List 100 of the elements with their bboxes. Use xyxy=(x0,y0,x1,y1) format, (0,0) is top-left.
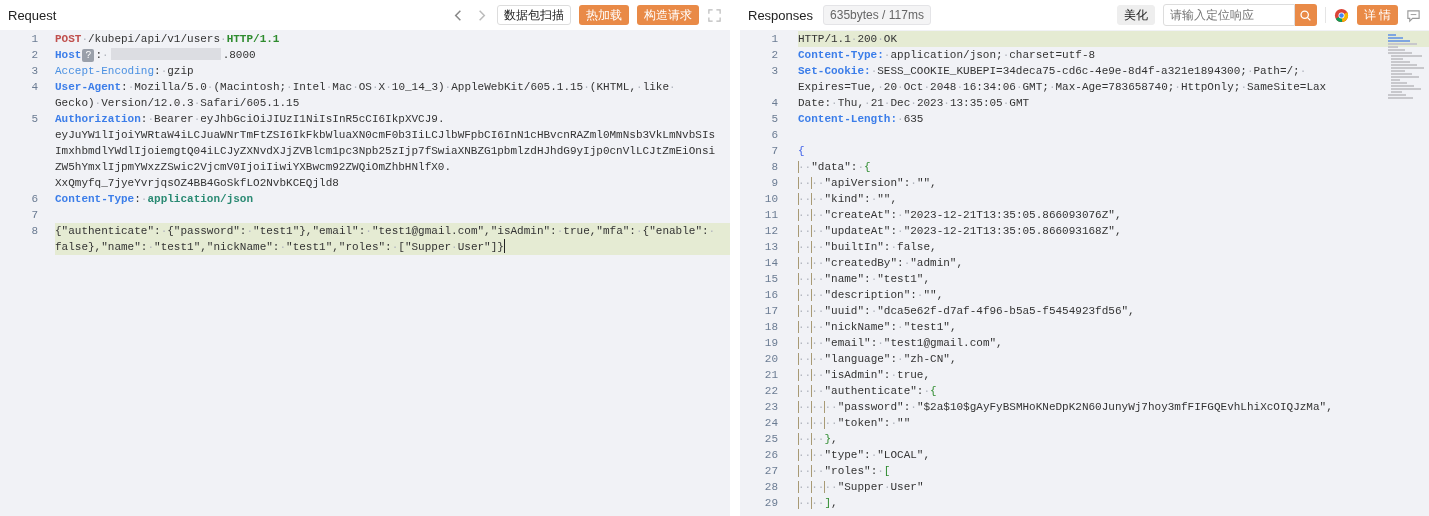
line-number: 5 xyxy=(770,112,779,127)
browser-icon[interactable] xyxy=(1333,7,1349,23)
line-number: 19 xyxy=(763,336,779,351)
minimap-drawing[interactable] xyxy=(1387,34,1425,99)
code-text: ZW5hYmxlIjpmYWxzZSwic2VjcmV0IjoiIiwiYXBwcm92ZWQiOmZhbHNlfX0. xyxy=(55,161,452,173)
panel-title: Request xyxy=(8,7,57,23)
code-text: User-Agent xyxy=(55,81,121,93)
code-text: ] xyxy=(824,497,832,509)
code-text: ····"language":·"zh-CN", xyxy=(798,353,957,365)
code-text: Authorization xyxy=(55,113,141,125)
code-text: :·Bearer·eyJhbGciOiJIUzI1NiIsInR5cCI6IkpXVCJ9. xyxy=(140,113,445,125)
line-number: 2 xyxy=(30,48,39,63)
code-text: :·Mozilla/5.0·(Macintosh;·Intel·Mac·OS·X·10_14_3)·AppleWebKit/605.1.15·(KHTML,·like· xyxy=(121,81,676,93)
line-number: 6 xyxy=(770,128,779,143)
code-text: :· xyxy=(95,49,109,61)
code-text: ·635 xyxy=(897,113,924,125)
code-text: ····"type":·"LOCAL", xyxy=(798,449,931,461)
code-text: Expires=Tue,·20·Oct·2048·16:34:06·GMT;·Max-Age=783658740;·HttpOnly;·SameSite=Lax xyxy=(798,81,1327,93)
line-number: 14 xyxy=(763,256,779,271)
code-text: eyJuYW1lIjoiYWRtaW4iLCJuaWNrTmFtZSI6IkFkbWluaXN0cmF0b3IiLCJlbWFpbCI6InN1cHBvcnRAZml0MmNsb3VkLmNvbSIs xyxy=(55,129,716,141)
code-text: Gecko)·Version/12.0.3·Safari/605.1.15 xyxy=(55,97,300,109)
details-button[interactable]: 详 情 xyxy=(1356,5,1398,25)
code-text: ····"updateAt":·"2023-12-21T13:35:05.866093168Z", xyxy=(798,225,1122,237)
line-number: 15 xyxy=(763,272,779,287)
line-number: 6 xyxy=(30,192,39,207)
toolbar-button[interactable]: 热加载 xyxy=(579,5,629,25)
code-text: {"authenticate":·{"password":·"test1"},"email":·"test1@gmail.com","isAdmin":·true,"mfa":·{"enable":· xyxy=(55,225,716,237)
line-number: 3 xyxy=(30,64,39,79)
line-number: 22 xyxy=(763,384,779,399)
line-number: 18 xyxy=(763,320,779,335)
code-text: Content-Length: xyxy=(798,113,898,125)
code-editor[interactable] xyxy=(740,30,1429,516)
beautify-button[interactable]: 美化 xyxy=(1116,5,1155,25)
code-text: ···· xyxy=(798,497,825,509)
code-text: ····"authenticate":· xyxy=(798,385,931,397)
code-text: ··"data":· xyxy=(798,161,865,173)
code-text: Set-Cookie: xyxy=(798,65,871,77)
line-number: 10 xyxy=(763,192,779,207)
code-text: ····"createAt":·"2023-12-21T13:35:05.866093076Z", xyxy=(798,209,1122,221)
code-text: ····"nickName":·"test1", xyxy=(798,321,957,333)
code-text: , xyxy=(831,433,838,445)
code-text: { xyxy=(930,385,937,397)
code-text: } xyxy=(824,433,832,445)
line-number: 7 xyxy=(770,144,779,159)
line-number: 1 xyxy=(770,32,779,47)
line-number: 7 xyxy=(30,208,39,223)
code-text: [ xyxy=(883,465,891,477)
code-text: ···· xyxy=(798,433,825,445)
code-text: ImxhbmdlYWdlIjoiemgtQ04iLCJyZXNvdXJjZVBlcm1pc3Npb25zIjp7fSwiaXNBZG1pbmlzdHJhdG9yIjp0cnVlLCJtZmEiOnsi xyxy=(55,145,716,157)
code-text: HTTP/1.1·200·OK xyxy=(798,33,898,45)
code-text: ····"apiVersion":·"", xyxy=(798,177,937,189)
line-number: 16 xyxy=(763,288,779,303)
line-number: 17 xyxy=(763,304,779,319)
code-text: ·/kubepi/api/v1/users· xyxy=(81,33,227,45)
code-text: Accept-Encoding xyxy=(55,65,155,77)
code-text: HTTP/1.1 xyxy=(226,33,280,45)
line-number: 13 xyxy=(763,240,779,255)
code-editor[interactable] xyxy=(0,30,730,516)
code-text: application/json xyxy=(147,193,254,205)
line-number: 11 xyxy=(763,208,779,223)
line-number: 29 xyxy=(763,496,779,511)
help-badge[interactable]: ? xyxy=(82,49,95,62)
fullscreen-icon[interactable] xyxy=(707,7,722,23)
code-text: ····"name":·"test1", xyxy=(798,273,931,285)
search-icon xyxy=(1299,8,1313,22)
code-text: ····"description":·"", xyxy=(798,289,944,301)
line-number: 20 xyxy=(763,352,779,367)
code-text: { xyxy=(864,161,871,173)
line-number: 3 xyxy=(770,64,779,79)
toolbar-button[interactable]: 构造请求 xyxy=(637,5,699,25)
line-number: 1 xyxy=(30,32,39,47)
search-button[interactable] xyxy=(1294,4,1317,26)
line-number: 25 xyxy=(763,432,779,447)
code-text: :· xyxy=(134,193,148,205)
code-text: , xyxy=(831,497,838,509)
code-text: ····"uuid":·"dca5e62f-d7af-4f96-b5a5-f5454923fd56", xyxy=(798,305,1135,317)
panel-title: Responses xyxy=(748,7,814,23)
line-number: 12 xyxy=(763,224,779,239)
code-text: XxQmyfq_7jyeYvrjqsOZ4BB4GoSkfLO2NvbKCEQjld8 xyxy=(55,177,339,189)
line-number: 4 xyxy=(30,80,39,95)
code-text: .8000 xyxy=(222,49,256,61)
comment-icon[interactable] xyxy=(1406,7,1421,23)
line-number: 8 xyxy=(30,224,39,239)
code-text: { xyxy=(798,145,805,157)
line-number: 26 xyxy=(763,448,779,463)
code-text: ·SESS_COOKIE_KUBEPI=34deca75-cd6c-4e9e-8d4f-a321e1894300;·Path=/;· xyxy=(870,65,1307,77)
code-text: :·gzip xyxy=(154,65,194,77)
toolbar-button[interactable]: 数据包扫描 xyxy=(497,5,571,25)
line-number: 8 xyxy=(770,160,779,175)
line-number: 27 xyxy=(763,464,779,479)
code-text: ····"isAdmin":·true, xyxy=(798,369,931,381)
line-number: 9 xyxy=(770,176,779,191)
code-text: false},"name":·"test1","nickName":·"test1","roles":·["Supper·User"]} xyxy=(55,241,504,253)
line-number: 2 xyxy=(770,48,779,63)
response-stats-badge: 635bytes / 117ms xyxy=(823,5,931,25)
line-number: 24 xyxy=(763,416,779,431)
code-text: Content-Type: xyxy=(798,49,884,61)
code-text: ····"createdBy":·"admin", xyxy=(798,257,964,269)
code-text: ······"Supper·User" xyxy=(798,481,924,493)
search-field[interactable]: 请输入定位响应 xyxy=(1162,4,1295,26)
